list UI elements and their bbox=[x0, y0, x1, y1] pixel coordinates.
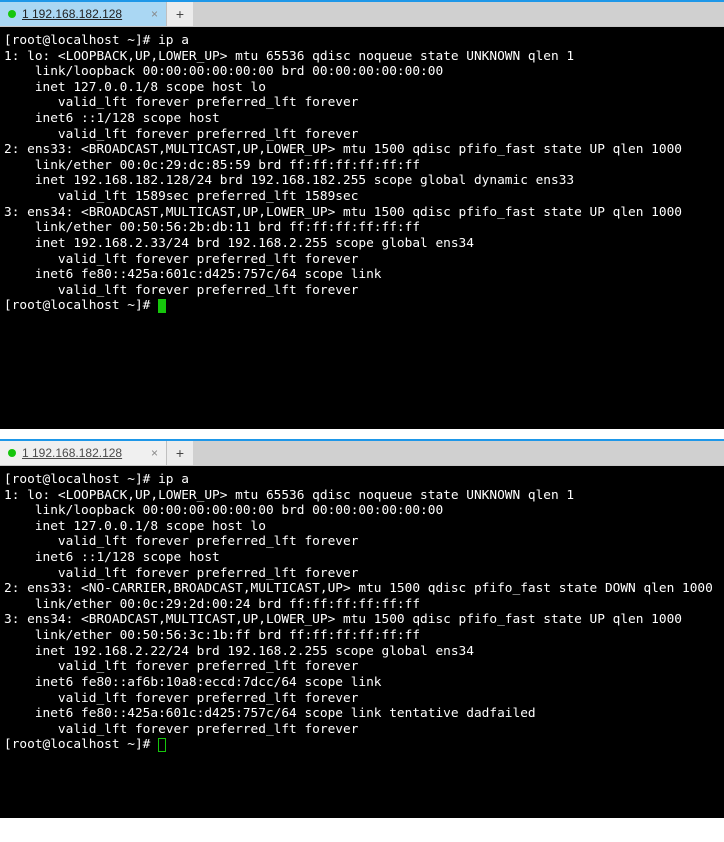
output-line: inet6 fe80::425a:601c:d425:757c/64 scope… bbox=[4, 706, 536, 721]
output-line: inet 192.168.2.33/24 brd 192.168.2.255 s… bbox=[4, 236, 474, 251]
cursor-icon bbox=[158, 299, 166, 313]
prompt-line: [root@localhost ~]# ip a bbox=[4, 33, 189, 48]
prompt: [root@localhost ~]# bbox=[4, 298, 158, 313]
new-tab-button[interactable]: + bbox=[166, 2, 193, 26]
status-dot-icon bbox=[8, 10, 16, 18]
output-line: valid_lft forever preferred_lft forever bbox=[4, 659, 358, 674]
prompt: [root@localhost ~]# bbox=[4, 33, 158, 48]
output-line: inet 192.168.2.22/24 brd 192.168.2.255 s… bbox=[4, 644, 474, 659]
output-line: 1: lo: <LOOPBACK,UP,LOWER_UP> mtu 65536 … bbox=[4, 49, 574, 64]
tab-bar: 1 192.168.182.128 × + bbox=[0, 439, 724, 465]
output-line: valid_lft forever preferred_lft forever bbox=[4, 534, 358, 549]
output-line: valid_lft forever preferred_lft forever bbox=[4, 283, 358, 298]
command-text: ip a bbox=[158, 33, 189, 48]
prompt-line: [root@localhost ~]# bbox=[4, 298, 166, 313]
output-line: valid_lft forever preferred_lft forever bbox=[4, 127, 358, 142]
output-line: link/ether 00:50:56:2b:db:11 brd ff:ff:f… bbox=[4, 220, 420, 235]
terminal-output[interactable]: [root@localhost ~]# ip a 1: lo: <LOOPBAC… bbox=[0, 27, 724, 429]
status-dot-icon bbox=[8, 449, 16, 457]
new-tab-button[interactable]: + bbox=[166, 441, 193, 465]
output-line: inet 192.168.182.128/24 brd 192.168.182.… bbox=[4, 173, 574, 188]
tab-title: 1 192.168.182.128 bbox=[22, 446, 122, 460]
output-line: inet6 ::1/128 scope host bbox=[4, 111, 220, 126]
prompt: [root@localhost ~]# bbox=[4, 472, 158, 487]
output-line: valid_lft forever preferred_lft forever bbox=[4, 722, 358, 737]
command-text: ip a bbox=[158, 472, 189, 487]
close-icon[interactable]: × bbox=[151, 7, 158, 21]
output-line: 3: ens34: <BROADCAST,MULTICAST,UP,LOWER_… bbox=[4, 205, 682, 220]
prompt-line: [root@localhost ~]# ip a bbox=[4, 472, 189, 487]
terminal-output[interactable]: [root@localhost ~]# ip a 1: lo: <LOOPBAC… bbox=[0, 466, 724, 818]
tab-title: 1 192.168.182.128 bbox=[22, 7, 122, 21]
output-line: valid_lft forever preferred_lft forever bbox=[4, 95, 358, 110]
output-line: link/ether 00:50:56:3c:1b:ff brd ff:ff:f… bbox=[4, 628, 420, 643]
output-line: 3: ens34: <BROADCAST,MULTICAST,UP,LOWER_… bbox=[4, 612, 682, 627]
output-line: link/loopback 00:00:00:00:00:00 brd 00:0… bbox=[4, 64, 443, 79]
output-line: 2: ens33: <BROADCAST,MULTICAST,UP,LOWER_… bbox=[4, 142, 682, 157]
tab-session-1[interactable]: 1 192.168.182.128 × bbox=[0, 2, 166, 26]
output-line: link/ether 00:0c:29:dc:85:59 brd ff:ff:f… bbox=[4, 158, 420, 173]
output-line: valid_lft forever preferred_lft forever bbox=[4, 252, 358, 267]
output-line: inet 127.0.0.1/8 scope host lo bbox=[4, 80, 266, 95]
output-line: link/ether 00:0c:29:2d:00:24 brd ff:ff:f… bbox=[4, 597, 420, 612]
output-line: 1: lo: <LOOPBACK,UP,LOWER_UP> mtu 65536 … bbox=[4, 488, 574, 503]
close-icon[interactable]: × bbox=[151, 446, 158, 460]
cursor-icon bbox=[158, 738, 166, 752]
prompt: [root@localhost ~]# bbox=[4, 737, 158, 752]
output-line: valid_lft 1589sec preferred_lft 1589sec bbox=[4, 189, 358, 204]
output-line: inet6 fe80::425a:601c:d425:757c/64 scope… bbox=[4, 267, 382, 282]
output-line: inet6 ::1/128 scope host bbox=[4, 550, 220, 565]
tab-session-1[interactable]: 1 192.168.182.128 × bbox=[0, 441, 166, 465]
terminal-window-top: 1 192.168.182.128 × + [root@localhost ~]… bbox=[0, 0, 724, 429]
output-line: inet 127.0.0.1/8 scope host lo bbox=[4, 519, 266, 534]
prompt-line: [root@localhost ~]# bbox=[4, 737, 166, 752]
output-line: inet6 fe80::af6b:10a8:eccd:7dcc/64 scope… bbox=[4, 675, 382, 690]
output-line: valid_lft forever preferred_lft forever bbox=[4, 691, 358, 706]
output-line: 2: ens33: <NO-CARRIER,BROADCAST,MULTICAS… bbox=[4, 581, 713, 596]
tab-bar: 1 192.168.182.128 × + bbox=[0, 0, 724, 26]
output-line: link/loopback 00:00:00:00:00:00 brd 00:0… bbox=[4, 503, 443, 518]
output-line: valid_lft forever preferred_lft forever bbox=[4, 566, 358, 581]
terminal-window-bottom: 1 192.168.182.128 × + [root@localhost ~]… bbox=[0, 439, 724, 818]
